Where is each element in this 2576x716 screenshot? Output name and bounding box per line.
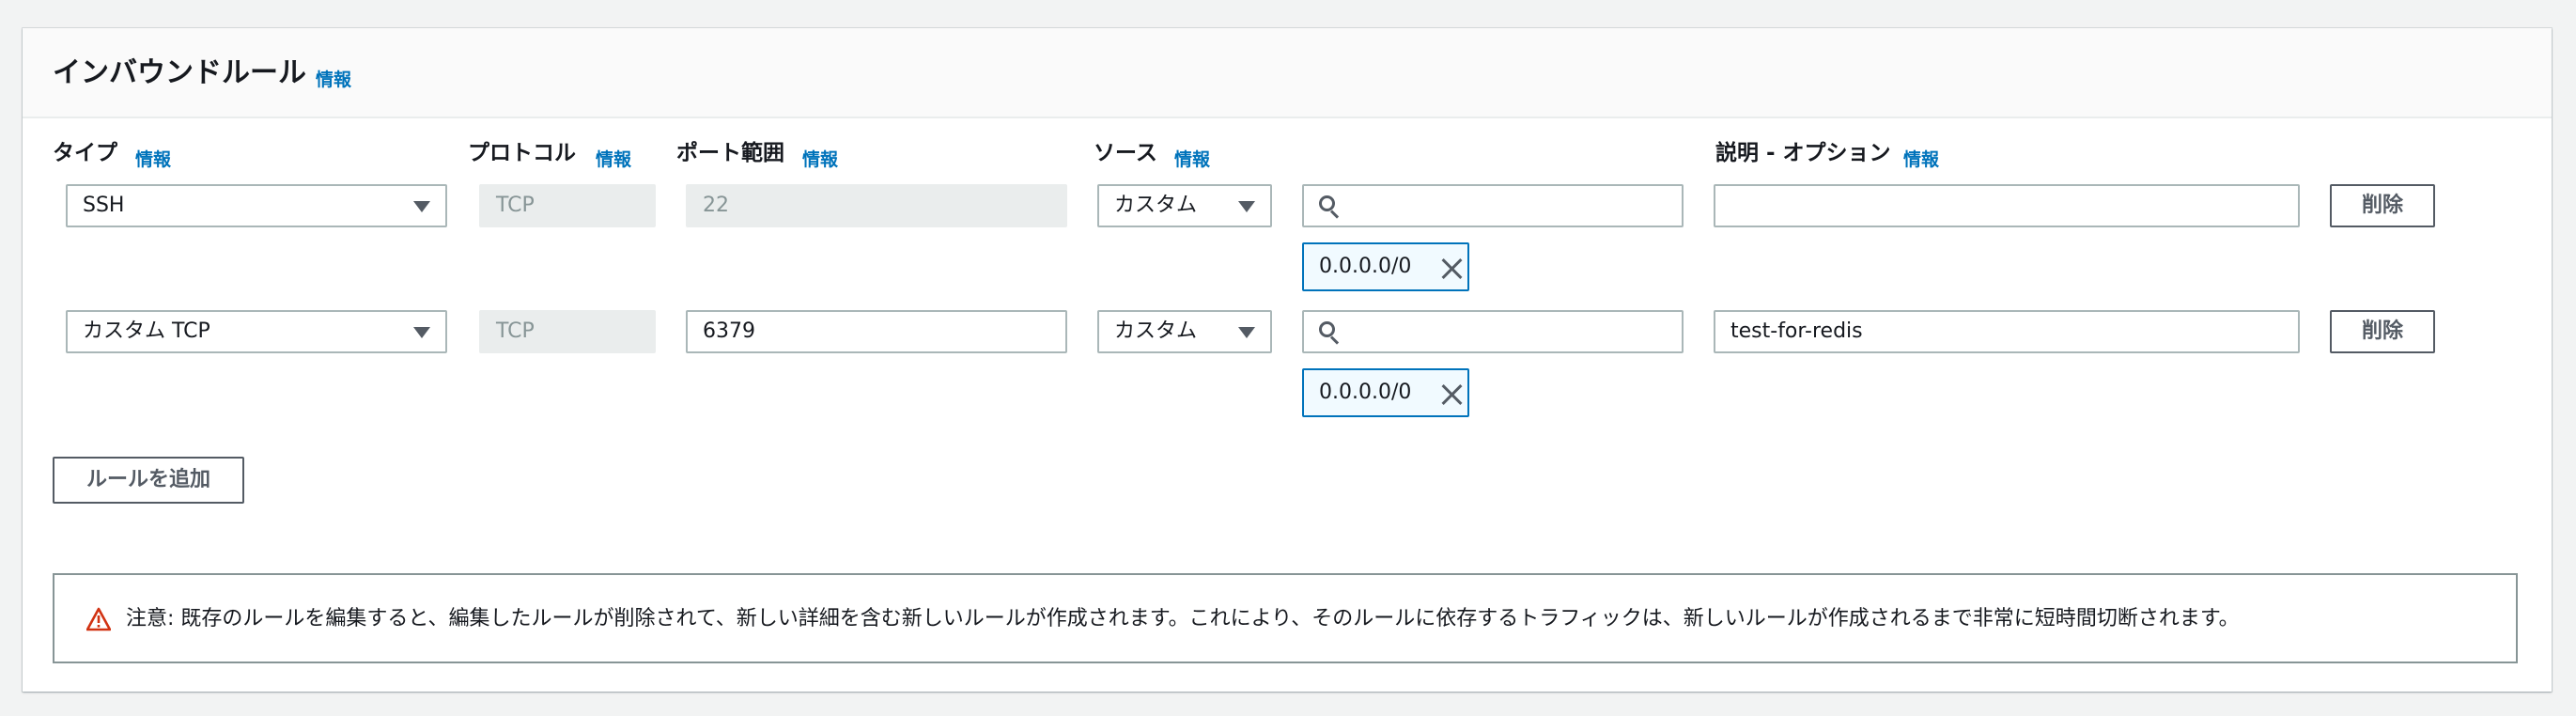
search-icon: [1319, 195, 1340, 219]
rule-protocol-field: TCP: [479, 310, 656, 353]
delete-rule-button[interactable]: 削除: [2330, 310, 2435, 353]
panel-title-info-link[interactable]: 情報: [316, 66, 351, 91]
column-info-port-range[interactable]: 情報: [802, 146, 838, 171]
caret-down-icon: [1238, 327, 1255, 338]
column-info-source[interactable]: 情報: [1174, 146, 1210, 171]
inbound-rules-panel: インバウンドルール 情報 タイプ 情報 プロトコル 情報 ポート範囲 情報 ソー…: [23, 28, 2552, 692]
source-token: 0.0.0.0/0: [1302, 368, 1469, 417]
warning-alert-text: 注意: 既存のルールを編集すると、編集したルールが削除されて、新しい詳細を含む新…: [126, 607, 2240, 630]
rule-source-type-select[interactable]: カスタム: [1097, 310, 1272, 353]
column-info-description[interactable]: 情報: [1903, 146, 1939, 171]
rule-port-range-input[interactable]: 6379: [686, 310, 1067, 353]
column-label-source: ソース: [1094, 141, 1157, 165]
rule-type-value: カスタム TCP: [83, 319, 210, 343]
source-token: 0.0.0.0/0: [1302, 242, 1469, 291]
rule-type-select[interactable]: カスタム TCP: [66, 310, 447, 353]
source-token-label: 0.0.0.0/0: [1319, 255, 1412, 278]
add-rule-button[interactable]: ルールを追加: [53, 457, 244, 504]
rule-source-type-value: カスタム: [1114, 319, 1198, 343]
rule-protocol-field: TCP: [479, 184, 656, 227]
caret-down-icon: [413, 327, 430, 338]
rule-source-search-input[interactable]: [1302, 184, 1684, 227]
rule-type-value: SSH: [83, 194, 125, 217]
column-info-protocol[interactable]: 情報: [596, 146, 631, 171]
delete-rule-button[interactable]: 削除: [2330, 184, 2435, 227]
rule-source-type-value: カスタム: [1114, 194, 1198, 217]
rule-description-input[interactable]: test-for-redis: [1714, 310, 2300, 353]
column-label-port-range: ポート範囲: [676, 141, 784, 165]
rule-port-range-field: 22: [686, 184, 1067, 227]
warning-alert: 注意: 既存のルールを編集すると、編集したルールが削除されて、新しい詳細を含む新…: [53, 573, 2518, 663]
rule-type-select[interactable]: SSH: [66, 184, 447, 227]
warning-icon: [86, 607, 111, 631]
column-info-type[interactable]: 情報: [135, 146, 171, 171]
panel-header: インバウンドルール 情報: [23, 28, 2552, 118]
rule-source-type-select[interactable]: カスタム: [1097, 184, 1272, 227]
caret-down-icon: [1238, 201, 1255, 212]
column-label-protocol: プロトコル: [468, 141, 576, 165]
rule-source-search-input[interactable]: [1302, 310, 1684, 353]
close-icon[interactable]: [1439, 256, 1466, 282]
panel-title: インバウンドルール: [53, 56, 306, 89]
caret-down-icon: [413, 201, 430, 212]
source-token-label: 0.0.0.0/0: [1319, 381, 1412, 404]
search-icon: [1319, 321, 1340, 345]
rule-description-input[interactable]: [1714, 184, 2300, 227]
column-label-description: 説明 - オプション: [1715, 141, 1891, 165]
close-icon[interactable]: [1439, 381, 1466, 408]
column-label-type: タイプ: [53, 141, 117, 165]
